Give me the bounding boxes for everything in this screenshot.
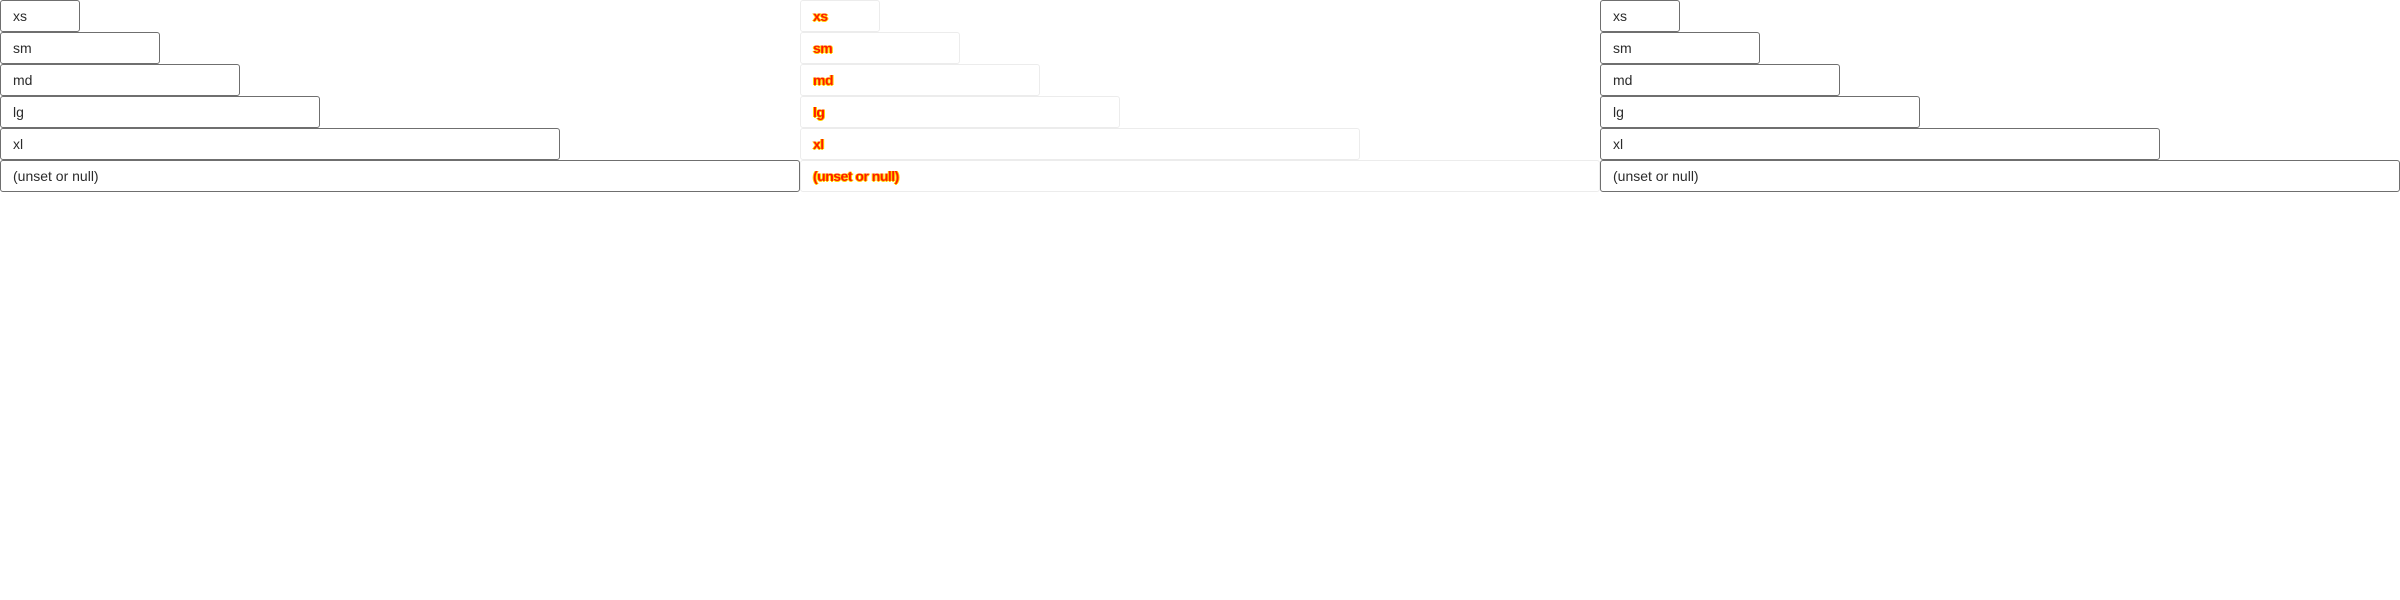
input-md[interactable]: md	[0, 64, 240, 96]
size-variants-page: xs sm md lg xl (unset or null) xs sm md …	[0, 0, 2400, 600]
diff-input-lg[interactable]: lg	[800, 96, 1120, 128]
input-md[interactable]: md	[1600, 64, 1840, 96]
diff-input-sm[interactable]: sm	[800, 32, 960, 64]
input-unset[interactable]: (unset or null)	[0, 160, 800, 192]
input-lg[interactable]: lg	[1600, 96, 1920, 128]
input-xl[interactable]: xl	[0, 128, 560, 160]
diff-input-xl[interactable]: xl	[800, 128, 1360, 160]
right-column: xs sm md lg xl (unset or null)	[1600, 0, 2400, 192]
diff-input-unset[interactable]: (unset or null)	[800, 160, 1600, 192]
input-lg[interactable]: lg	[0, 96, 320, 128]
input-xl[interactable]: xl	[1600, 128, 2160, 160]
input-sm[interactable]: sm	[1600, 32, 1760, 64]
input-sm[interactable]: sm	[0, 32, 160, 64]
left-column: xs sm md lg xl (unset or null)	[0, 0, 800, 192]
diff-input-xs[interactable]: xs	[800, 0, 880, 32]
diff-input-md[interactable]: md	[800, 64, 1040, 96]
input-xs[interactable]: xs	[0, 0, 80, 32]
input-xs[interactable]: xs	[1600, 0, 1680, 32]
middle-column: xs sm md lg xl (unset or null)	[800, 0, 1600, 192]
input-unset[interactable]: (unset or null)	[1600, 160, 2400, 192]
